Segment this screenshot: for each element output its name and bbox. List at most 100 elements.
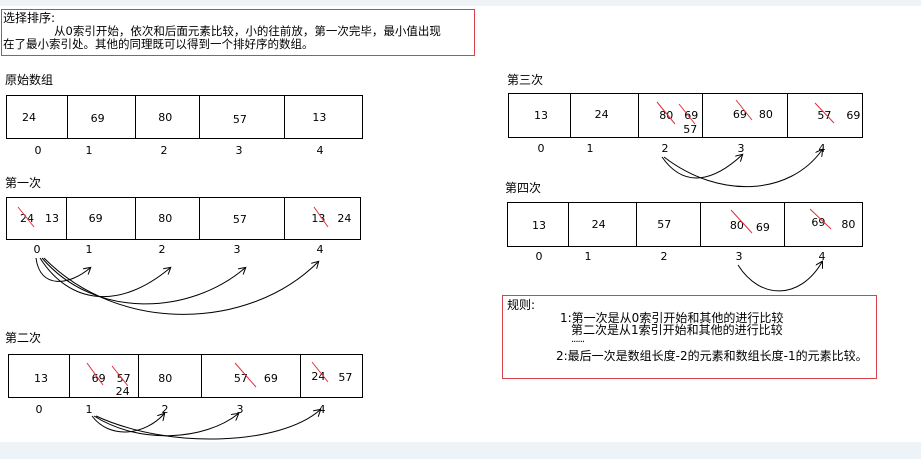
cell-value-struck: 69 bbox=[732, 108, 747, 121]
cell-value: 57 bbox=[657, 218, 672, 231]
index-label: 4 bbox=[818, 142, 826, 155]
cell-value: 13 bbox=[532, 219, 546, 232]
index-label: 4 bbox=[818, 250, 826, 263]
rules-title: 规则: bbox=[507, 298, 536, 312]
array-cell: 13 bbox=[9, 355, 70, 397]
comparison-arrow bbox=[43, 257, 318, 315]
index-label: 1 bbox=[584, 250, 592, 263]
cell-value: 80 bbox=[158, 372, 173, 385]
pass2-array: 13 69 57 24 80 57 69 24 57 bbox=[8, 354, 363, 398]
cell-value: 13 bbox=[312, 111, 327, 124]
index-label: 0 bbox=[33, 243, 41, 256]
cell-value: 57 bbox=[338, 371, 353, 384]
cell-value: 57 bbox=[232, 113, 247, 126]
cell-value: 80 bbox=[158, 212, 173, 225]
rule-1b: 第二次是从1索引开始和其他的进行比较 bbox=[571, 323, 783, 337]
pass3-title: 第三次 bbox=[507, 73, 544, 87]
index-label: 4 bbox=[316, 243, 324, 256]
cell-value: 80 bbox=[158, 111, 173, 124]
index-label: 1 bbox=[85, 403, 93, 416]
index-label: 3 bbox=[737, 142, 745, 155]
array-cell: 57 69 bbox=[788, 94, 862, 137]
top-bar bbox=[0, 0, 921, 6]
cell-value: 69 bbox=[263, 372, 278, 385]
pass4-array: 13 24 57 80 69 69 80 bbox=[507, 202, 863, 247]
array-cell: 80 bbox=[136, 96, 200, 138]
index-label: 2 bbox=[158, 243, 166, 256]
index-label: 3 bbox=[735, 250, 743, 263]
cell-value-struck: 69 bbox=[91, 372, 106, 385]
index-label: 4 bbox=[318, 403, 326, 416]
comparison-arrow bbox=[39, 257, 170, 297]
comparison-arrow bbox=[661, 155, 742, 179]
index-label: 4 bbox=[316, 144, 324, 157]
index-label: 0 bbox=[535, 250, 543, 263]
comparison-arrow bbox=[91, 414, 164, 433]
cell-value-struck: 80 bbox=[729, 219, 744, 232]
comparison-arrow bbox=[93, 414, 238, 437]
rules-box bbox=[502, 295, 877, 379]
cell-value: 13 bbox=[34, 372, 48, 385]
cell-value: 69 bbox=[846, 109, 861, 122]
array-cell: 80 69 57 bbox=[639, 94, 703, 137]
pass1-array: 24 13 69 80 57 13 24 bbox=[6, 197, 361, 240]
array-cell: 13 24 bbox=[285, 198, 360, 239]
cell-value: 69 bbox=[88, 212, 103, 225]
index-label: 2 bbox=[161, 403, 169, 416]
cell-value: 57 bbox=[232, 213, 247, 226]
array-cell: 13 bbox=[509, 94, 571, 137]
array-cell: 24 bbox=[569, 203, 638, 246]
index-label: 2 bbox=[160, 144, 168, 157]
index-label: 2 bbox=[661, 142, 669, 155]
rule-2: 2:最后一次是数组长度-2的元素和数组长度-1的元素比较。 bbox=[556, 349, 868, 363]
array-cell: 69 bbox=[68, 96, 137, 138]
array-cell: 24 13 bbox=[7, 198, 67, 239]
bottom-bar bbox=[0, 442, 921, 459]
cell-value: 24 bbox=[594, 108, 609, 121]
index-label: 3 bbox=[235, 144, 243, 157]
cell-value: 13 bbox=[534, 109, 548, 122]
index-label: 2 bbox=[660, 250, 668, 263]
array-cell: 69 80 bbox=[785, 203, 862, 246]
intro-heading: 选择排序: bbox=[3, 11, 56, 25]
cell-value-struck: 24 bbox=[20, 212, 34, 225]
index-label: 3 bbox=[236, 403, 244, 416]
pass3-array: 13 24 80 69 57 69 80 57 69 bbox=[508, 93, 863, 138]
array-cell: 24 bbox=[7, 96, 68, 138]
cell-value: 80 bbox=[841, 218, 856, 231]
cell-value-struck: 69 bbox=[811, 216, 826, 229]
index-label: 1 bbox=[85, 144, 93, 157]
index-label: 1 bbox=[586, 142, 594, 155]
cell-value: 80 bbox=[758, 108, 773, 121]
cell-value: 24 bbox=[115, 385, 130, 398]
array-cell: 57 bbox=[200, 198, 286, 239]
original-title: 原始数组 bbox=[5, 73, 54, 87]
comparison-arrow bbox=[35, 257, 90, 282]
comparison-arrow bbox=[95, 410, 320, 440]
intro-line-1: 从0索引开始，依次和后面元素比较，小的往前放，第一次完毕，最小值出现 bbox=[54, 24, 441, 38]
cell-value: 24 bbox=[22, 111, 36, 124]
cell-value-struck: 69 bbox=[684, 109, 699, 122]
array-cell: 24 57 bbox=[301, 355, 362, 397]
cell-value-struck: 57 bbox=[116, 372, 131, 385]
array-cell: 13 bbox=[285, 96, 362, 138]
pass2-title: 第二次 bbox=[5, 331, 42, 345]
index-label: 1 bbox=[85, 243, 93, 256]
cell-value: 13 bbox=[45, 212, 59, 225]
array-cell: 57 bbox=[637, 203, 701, 246]
array-cell: 80 bbox=[139, 355, 202, 397]
cell-value: 69 bbox=[90, 112, 105, 125]
comparison-arrow bbox=[41, 257, 245, 305]
intro-line-2: 在了最小索引处。其他的同理既可以得到一个排好序的数组。 bbox=[3, 37, 314, 51]
pass4-title: 第四次 bbox=[505, 181, 542, 195]
array-cell: 80 69 bbox=[701, 203, 786, 246]
cell-value-struck: 57 bbox=[817, 109, 832, 122]
cell-value-struck: 80 bbox=[659, 109, 674, 122]
cell-value: 24 bbox=[337, 212, 352, 225]
index-label: 0 bbox=[35, 403, 43, 416]
cell-value-struck: 13 bbox=[311, 212, 326, 225]
array-cell: 69 80 bbox=[703, 94, 789, 137]
pass1-title: 第一次 bbox=[5, 176, 42, 190]
cell-value-struck: 57 bbox=[233, 372, 248, 385]
array-cell: 69 57 24 bbox=[70, 355, 140, 398]
